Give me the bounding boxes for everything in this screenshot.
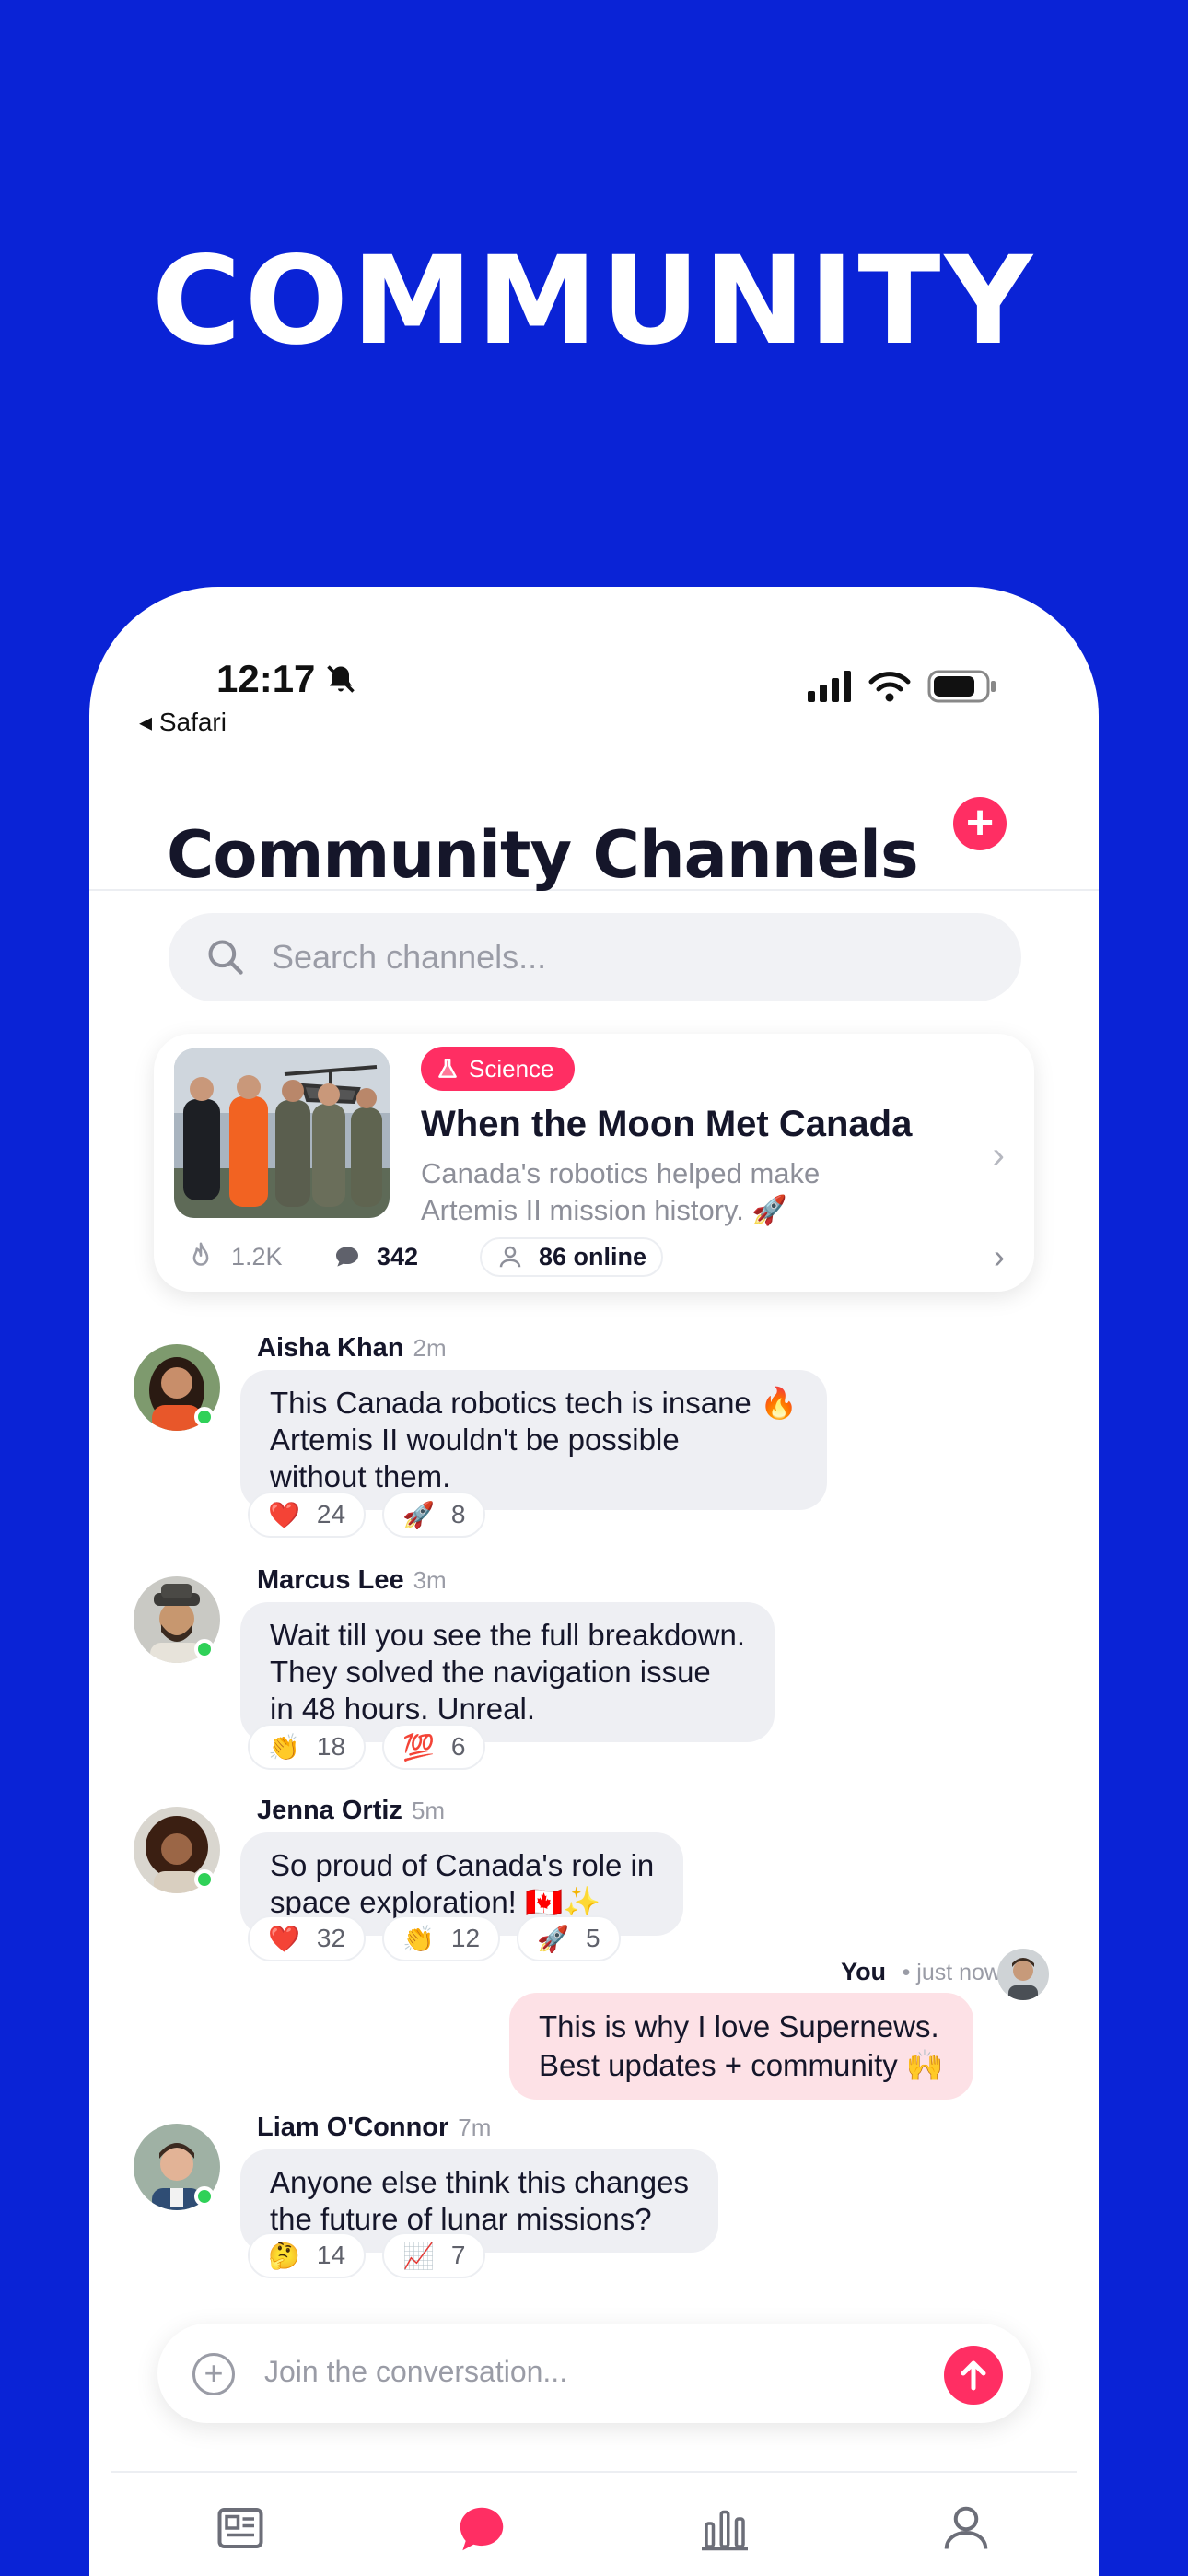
arrow-up-icon	[961, 2360, 986, 2391]
wifi-icon	[868, 672, 911, 702]
featured-title: When the Moon Met Canada	[421, 1104, 913, 1144]
search-input[interactable]: Search channels...	[169, 913, 1021, 1001]
category-tag[interactable]: Science	[421, 1047, 575, 1091]
reaction-chip[interactable]: 👏 12	[382, 1915, 501, 1961]
bar-chart-icon	[702, 2510, 748, 2551]
reaction-chip[interactable]: ❤️ 24	[248, 1492, 367, 1538]
tab-profile[interactable]	[892, 2500, 1040, 2560]
reaction-chip[interactable]: 🚀 8	[382, 1492, 486, 1538]
message-author: Jenna Ortiz 5m	[257, 1796, 446, 1825]
chevron-right-icon[interactable]: ›	[994, 1237, 1005, 1276]
search-icon	[208, 940, 243, 975]
reaction-bar: 🤔 14 📈 7	[248, 2232, 486, 2278]
comment-icon	[336, 1247, 358, 1267]
promo-headline: COMMUNITY	[151, 230, 1037, 372]
flame-icon	[192, 1242, 209, 1266]
add-channel-button[interactable]: +	[953, 797, 1007, 850]
status-icons	[808, 670, 997, 703]
tab-stats[interactable]	[651, 2500, 798, 2560]
online-indicator	[194, 2186, 215, 2207]
featured-photo	[174, 1048, 390, 1218]
newspaper-icon	[217, 2508, 263, 2548]
status-time: 12:17	[216, 657, 357, 701]
message-author: Marcus Lee 3m	[257, 1565, 447, 1595]
online-indicator	[194, 1869, 215, 1890]
featured-stats: 1.2K 342 86 online ›	[185, 1233, 1005, 1281]
reaction-chip[interactable]: ❤️ 32	[248, 1915, 367, 1961]
send-button[interactable]	[944, 2346, 1003, 2405]
reaction-chip[interactable]: 🤔 14	[248, 2232, 367, 2278]
comments-stat: 342	[332, 1242, 480, 1271]
search-placeholder: Search channels...	[272, 938, 547, 976]
attach-plus-icon[interactable]: +	[192, 2353, 235, 2395]
featured-channel-card[interactable]: Science When the Moon Met Canada Canada'…	[154, 1034, 1034, 1292]
online-indicator	[194, 1639, 215, 1659]
tab-bar	[111, 2471, 1077, 2576]
message-bubble: This Canada robotics tech is insane 🔥 Ar…	[240, 1370, 828, 1510]
chevron-right-icon[interactable]: ›	[993, 1135, 1005, 1177]
person-icon	[499, 1246, 521, 1268]
likes-stat: 1.2K	[185, 1241, 332, 1272]
phone-screen: 12:17 ◂ Safari Community Channels + Sear…	[89, 587, 1099, 2576]
message-author: Aisha Khan 2m	[257, 1333, 447, 1363]
battery-icon	[927, 670, 996, 703]
page-title: Community Channels	[167, 817, 919, 893]
signal-icon	[808, 671, 851, 702]
reaction-chip[interactable]: 👏 18	[248, 1724, 367, 1770]
message-author: Liam O'Connor 7m	[257, 2113, 492, 2142]
featured-subtitle: Canada's robotics helped make Artemis II…	[421, 1157, 821, 1226]
tab-community[interactable]	[408, 2500, 555, 2562]
message-author: You • just now	[841, 1958, 1001, 1985]
status-bar: 12:17 ◂ Safari	[89, 587, 1099, 744]
message-bubble: This is why I love Supernews. Best updat…	[508, 1993, 973, 2100]
header-bar: Community Channels	[89, 771, 1099, 893]
reaction-bar: ❤️ 32 👏 12 🚀 5	[248, 1915, 621, 1961]
avatar[interactable]	[997, 1949, 1049, 2000]
message-composer[interactable]: + Join the conversation...	[157, 2324, 1031, 2423]
reaction-chip[interactable]: 💯 6	[382, 1724, 486, 1770]
silent-bell-icon	[327, 665, 355, 693]
back-to-safari[interactable]: ◂ Safari	[139, 707, 227, 737]
reaction-chip[interactable]: 🚀 5	[517, 1915, 621, 1961]
message-bubble: Wait till you see the full breakdown. Th…	[240, 1602, 775, 1742]
online-stat: 86 online	[480, 1236, 664, 1277]
reaction-bar: 👏 18 💯 6	[248, 1724, 486, 1770]
online-indicator	[194, 1407, 215, 1427]
profile-icon	[944, 2506, 988, 2549]
tab-news[interactable]	[167, 2500, 314, 2560]
composer-placeholder: Join the conversation...	[264, 2355, 568, 2388]
flask-icon	[438, 1059, 457, 1078]
chat-bubble-icon	[460, 2507, 504, 2551]
reaction-bar: ❤️ 24 🚀 8	[248, 1492, 486, 1538]
plus-icon: +	[965, 796, 995, 849]
reaction-chip[interactable]: 📈 7	[382, 2232, 486, 2278]
